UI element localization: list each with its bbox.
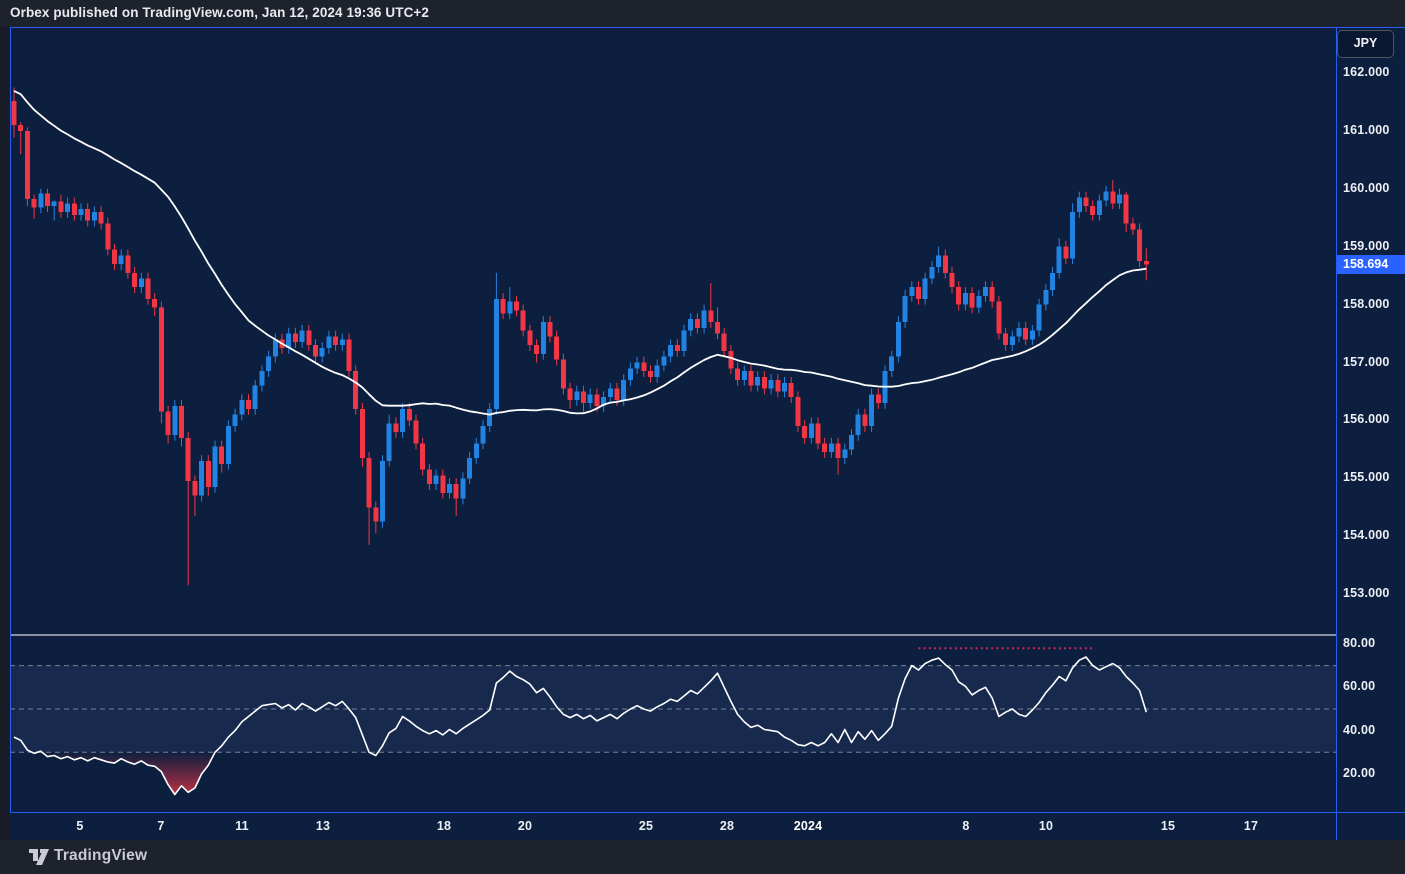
price-tick-label: 153.000	[1343, 586, 1390, 600]
price-tick-label: 159.000	[1343, 239, 1390, 253]
time-tick-label: 5	[76, 819, 83, 833]
time-tick-label: 13	[316, 819, 330, 833]
rsi-tick-label: 60.00	[1343, 679, 1375, 693]
rsi-tick-label: 80.00	[1343, 636, 1375, 650]
time-tick-label: 18	[437, 819, 451, 833]
price-tick-label: 154.000	[1343, 528, 1390, 542]
rsi-tick-label: 40.00	[1343, 723, 1375, 737]
price-tick-label: 155.000	[1343, 470, 1390, 484]
time-tick-label: 11	[235, 819, 249, 833]
rsi-tick-label: 20.00	[1343, 766, 1375, 780]
currency-button[interactable]: JPY	[1337, 30, 1394, 58]
price-tick-label: 156.000	[1343, 412, 1390, 426]
price-tick-label: 160.000	[1343, 181, 1390, 195]
time-tick-label: 15	[1161, 819, 1175, 833]
price-tick-label: 162.000	[1343, 65, 1390, 79]
time-tick-label: 25	[639, 819, 653, 833]
footer-bar: TradingView	[0, 840, 1405, 874]
time-tick-label: 2024	[794, 819, 823, 833]
left-gutter	[0, 27, 10, 840]
tradingview-published-chart: Orbex published on TradingView.com, Jan …	[0, 0, 1405, 874]
tradingview-brand[interactable]: TradingView	[54, 847, 147, 865]
chart-canvas[interactable]	[0, 0, 1405, 874]
price-tick-label: 157.000	[1343, 355, 1390, 369]
time-tick-label: 8	[962, 819, 969, 833]
price-tick-label: 161.000	[1343, 123, 1390, 137]
time-tick-label: 10	[1039, 819, 1053, 833]
currency-label: JPY	[1354, 36, 1378, 50]
time-tick-label: 28	[720, 819, 734, 833]
last-price-value: 158.694	[1343, 257, 1388, 271]
time-tick-label: 20	[518, 819, 532, 833]
time-tick-label: 17	[1244, 819, 1258, 833]
price-tick-label: 158.000	[1343, 297, 1390, 311]
last-price-badge: 158.694	[1337, 255, 1405, 274]
tradingview-logo-icon[interactable]	[28, 848, 50, 866]
time-tick-label: 7	[157, 819, 164, 833]
